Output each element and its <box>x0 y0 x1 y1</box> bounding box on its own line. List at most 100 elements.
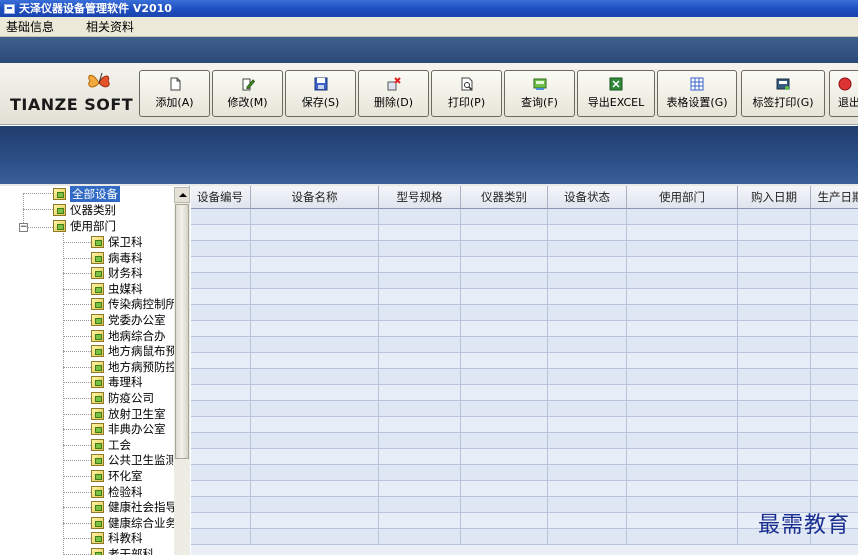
save-button[interactable]: 保存(S) <box>285 70 356 117</box>
table-cell[interactable] <box>191 417 251 433</box>
tree-item-department-child[interactable]: 科教科 <box>91 530 143 546</box>
column-header[interactable]: 生产日期 <box>811 186 858 209</box>
table-cell[interactable] <box>738 225 811 241</box>
table-cell[interactable] <box>191 481 251 497</box>
table-cell[interactable] <box>738 305 811 321</box>
table-cell[interactable] <box>379 449 461 465</box>
table-cell[interactable] <box>548 497 627 513</box>
table-row[interactable] <box>191 401 858 417</box>
table-cell[interactable] <box>738 481 811 497</box>
table-cell[interactable] <box>191 337 251 353</box>
label-print-button[interactable]: 标签打印(G) <box>741 70 825 117</box>
table-cell[interactable] <box>379 497 461 513</box>
table-cell[interactable] <box>627 209 738 225</box>
table-cell[interactable] <box>251 337 379 353</box>
table-cell[interactable] <box>738 321 811 337</box>
table-cell[interactable] <box>548 257 627 273</box>
table-cell[interactable] <box>251 401 379 417</box>
table-cell[interactable] <box>627 513 738 529</box>
table-cell[interactable] <box>191 369 251 385</box>
table-cell[interactable] <box>461 417 548 433</box>
column-header[interactable]: 使用部门 <box>627 186 738 209</box>
table-cell[interactable] <box>811 273 858 289</box>
table-cell[interactable] <box>627 321 738 337</box>
query-button[interactable]: 查询(F) <box>504 70 575 117</box>
table-cell[interactable] <box>379 385 461 401</box>
table-cell[interactable] <box>461 401 548 417</box>
tree-item-department-child[interactable]: 保卫科 <box>91 234 143 250</box>
exit-button[interactable]: 退出 <box>829 70 858 117</box>
table-cell[interactable] <box>191 401 251 417</box>
delete-button[interactable]: 删除(D) <box>358 70 429 117</box>
table-cell[interactable] <box>251 257 379 273</box>
tree-item-department-child[interactable]: 放射卫生室 <box>91 406 166 422</box>
table-cell[interactable] <box>191 513 251 529</box>
table-cell[interactable] <box>379 241 461 257</box>
table-cell[interactable] <box>251 529 379 545</box>
table-cell[interactable] <box>191 289 251 305</box>
table-cell[interactable] <box>251 433 379 449</box>
table-cell[interactable] <box>461 337 548 353</box>
table-cell[interactable] <box>738 273 811 289</box>
table-cell[interactable] <box>627 465 738 481</box>
table-cell[interactable] <box>738 385 811 401</box>
table-cell[interactable] <box>627 241 738 257</box>
tree-item-department-child[interactable]: 健康综合业务 <box>91 515 177 531</box>
table-cell[interactable] <box>461 241 548 257</box>
tree-item-department-child[interactable]: 老干部科 <box>91 546 154 555</box>
table-cell[interactable] <box>191 321 251 337</box>
table-row[interactable] <box>191 353 858 369</box>
table-cell[interactable] <box>548 513 627 529</box>
tree-item-instrument-category[interactable]: 仪器类别 <box>53 202 116 218</box>
table-cell[interactable] <box>461 257 548 273</box>
table-cell[interactable] <box>548 385 627 401</box>
table-cell[interactable] <box>379 401 461 417</box>
table-cell[interactable] <box>379 433 461 449</box>
table-cell[interactable] <box>251 353 379 369</box>
table-row[interactable] <box>191 337 858 353</box>
edit-button[interactable]: 修改(M) <box>212 70 283 117</box>
tree-item-department-child[interactable]: 检验科 <box>91 484 143 500</box>
tree-item-department-child[interactable]: 环化室 <box>91 468 143 484</box>
table-cell[interactable] <box>627 401 738 417</box>
table-cell[interactable] <box>191 465 251 481</box>
table-cell[interactable] <box>461 225 548 241</box>
tree-item-department-child[interactable]: 非典办公室 <box>91 421 166 437</box>
tree-item-all-equipment[interactable]: 全部设备 <box>53 186 120 202</box>
table-cell[interactable] <box>627 529 738 545</box>
table-row[interactable] <box>191 209 858 225</box>
column-header[interactable]: 仪器类别 <box>461 186 548 209</box>
table-cell[interactable] <box>811 321 858 337</box>
table-cell[interactable] <box>811 241 858 257</box>
table-cell[interactable] <box>627 417 738 433</box>
column-header[interactable]: 型号规格 <box>379 186 461 209</box>
table-cell[interactable] <box>191 257 251 273</box>
table-settings-button[interactable]: 表格设置(G) <box>657 70 737 117</box>
table-cell[interactable] <box>461 449 548 465</box>
table-cell[interactable] <box>251 321 379 337</box>
table-cell[interactable] <box>461 465 548 481</box>
table-cell[interactable] <box>379 273 461 289</box>
column-header[interactable]: 设备编号 <box>191 186 251 209</box>
table-cell[interactable] <box>191 529 251 545</box>
table-cell[interactable] <box>461 369 548 385</box>
table-cell[interactable] <box>191 241 251 257</box>
table-cell[interactable] <box>379 481 461 497</box>
table-cell[interactable] <box>738 417 811 433</box>
tree-scrollbar[interactable] <box>174 187 190 555</box>
table-cell[interactable] <box>627 481 738 497</box>
scroll-up-arrow-icon[interactable] <box>174 187 190 203</box>
table-row[interactable] <box>191 385 858 401</box>
table-cell[interactable] <box>461 209 548 225</box>
table-cell[interactable] <box>811 257 858 273</box>
table-cell[interactable] <box>379 289 461 305</box>
table-cell[interactable] <box>191 433 251 449</box>
table-cell[interactable] <box>548 465 627 481</box>
scroll-thumb[interactable] <box>175 204 189 459</box>
table-cell[interactable] <box>627 497 738 513</box>
table-cell[interactable] <box>251 273 379 289</box>
table-row[interactable] <box>191 305 858 321</box>
tree-item-department-child[interactable]: 党委办公室 <box>91 312 166 328</box>
table-cell[interactable] <box>811 449 858 465</box>
table-cell[interactable] <box>548 433 627 449</box>
